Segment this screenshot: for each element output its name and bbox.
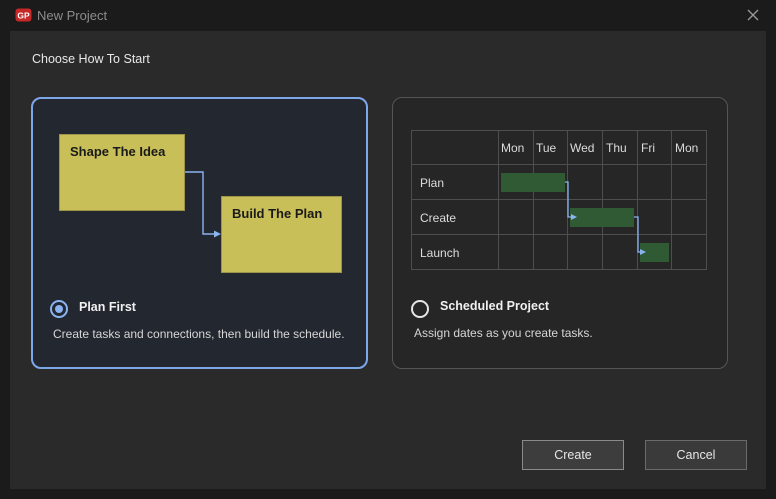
app-logo-icon: GP xyxy=(15,8,32,22)
gantt-day-mon: Mon xyxy=(501,141,524,155)
plan-first-radio[interactable] xyxy=(50,300,68,318)
plan-first-title: Plan First xyxy=(79,300,136,314)
close-icon[interactable] xyxy=(744,6,762,24)
section-title: Choose How To Start xyxy=(32,52,150,66)
gantt-day-wed: Wed xyxy=(570,141,594,155)
create-button[interactable]: Create xyxy=(522,440,624,470)
gantt-row-create: Create xyxy=(420,211,456,225)
gantt-day-mon-2: Mon xyxy=(675,141,698,155)
gantt-row-plan: Plan xyxy=(420,176,444,190)
app-logo-text: GP xyxy=(17,11,30,21)
gantt-bar-create xyxy=(570,208,634,227)
window-title: New Project xyxy=(37,8,108,23)
gantt-day-thu: Thu xyxy=(606,141,627,155)
scheduled-project-radio[interactable] xyxy=(411,300,429,318)
plan-first-card[interactable]: Shape The Idea Build The Plan Plan First… xyxy=(31,97,368,369)
gantt-day-fri: Fri xyxy=(641,141,655,155)
gantt-day-tue: Tue xyxy=(536,141,557,155)
gantt-bar-plan xyxy=(501,173,565,192)
scheduled-project-card[interactable]: Mon Tue Wed Thu Fri Mon Plan Create Laun… xyxy=(392,97,728,369)
gantt-row-launch: Launch xyxy=(420,246,459,260)
plan-first-description: Create tasks and connections, then build… xyxy=(53,327,345,341)
scheduled-project-title: Scheduled Project xyxy=(440,299,550,313)
scheduled-project-description: Assign dates as you create tasks. xyxy=(414,326,593,340)
title-bar: GP New Project xyxy=(0,0,776,31)
cancel-button[interactable]: Cancel xyxy=(645,440,747,470)
